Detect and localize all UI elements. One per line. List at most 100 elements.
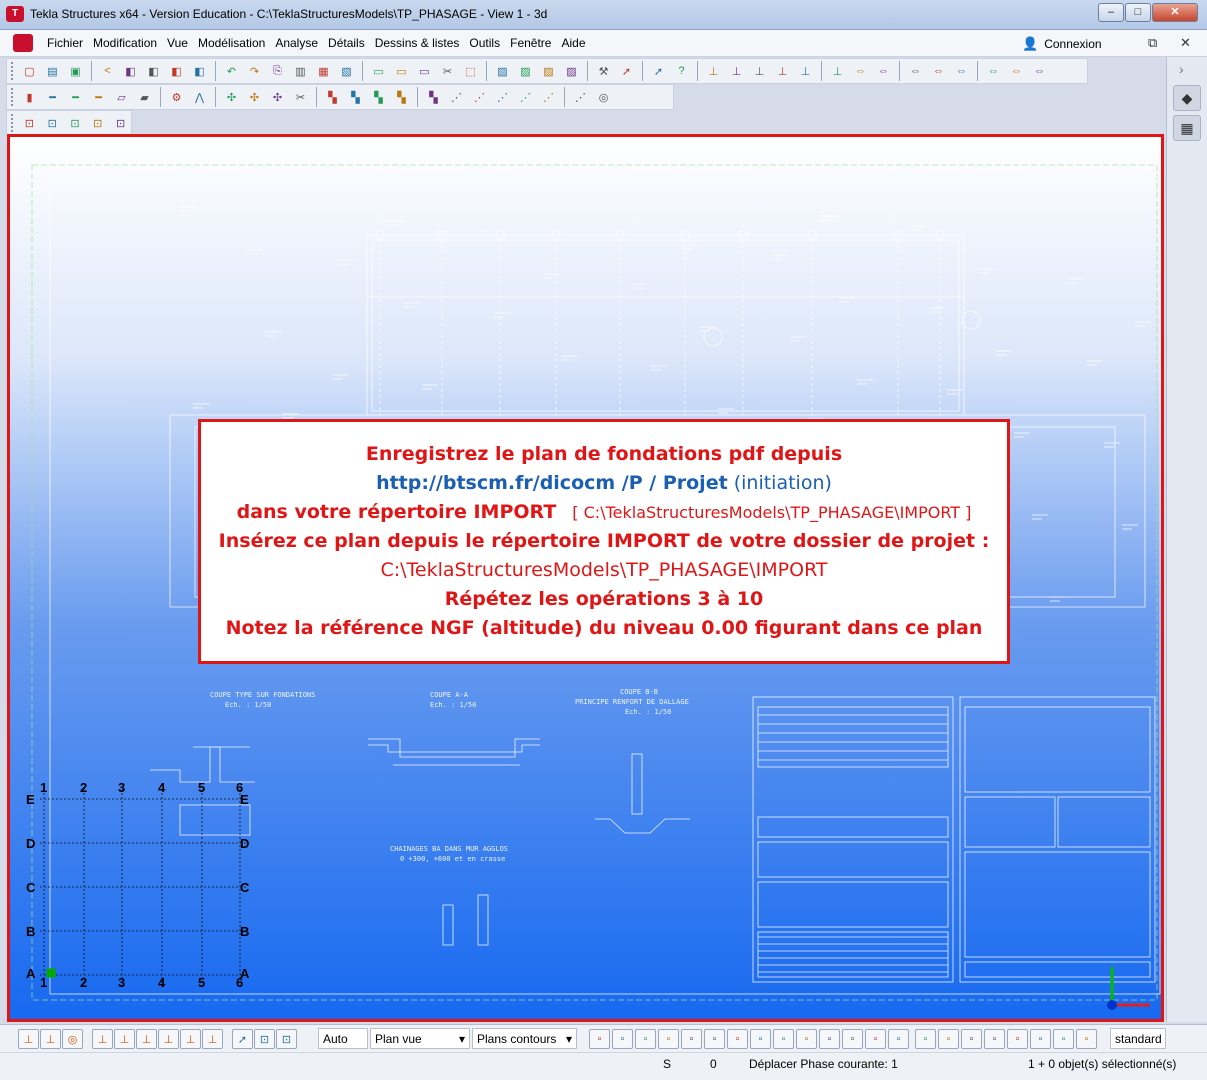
menu-modification[interactable]: Modification [88, 36, 162, 50]
share-icon[interactable]: < [97, 61, 118, 82]
panel-icon[interactable]: ▰ [134, 87, 155, 108]
drawing-icon[interactable]: ▨ [538, 61, 559, 82]
weld-icon[interactable]: ⋀ [189, 87, 210, 108]
menu-outils[interactable]: Outils [464, 36, 505, 50]
snap-switch-icon[interactable]: ▫ [727, 1029, 748, 1049]
plan-vue-select[interactable]: Plan vue ▾ [370, 1028, 470, 1049]
toolbar-grip[interactable] [11, 114, 15, 132]
msg-link[interactable]: http://btscm.fr/dicocm /P / Projet [376, 472, 728, 494]
component-icon[interactable]: ✣ [221, 87, 242, 108]
connexion-button[interactable]: 👤 Connexion [1022, 36, 1102, 52]
arrow-icon[interactable]: ➚ [616, 61, 637, 82]
measure-icon[interactable]: ⇔ [1006, 61, 1027, 82]
chevron-right-icon[interactable]: › [1179, 61, 1184, 77]
snap-switch-icon[interactable]: ▫ [681, 1029, 702, 1049]
view-icon[interactable]: ⊡ [87, 113, 108, 134]
menu-analyse[interactable]: Analyse [270, 36, 323, 50]
snap-switch-icon[interactable]: ▫ [612, 1029, 633, 1049]
snap-switch-icon[interactable]: ▫ [658, 1029, 679, 1049]
cube-icon[interactable]: ◧ [166, 61, 187, 82]
view-icon[interactable]: ⊡ [42, 113, 63, 134]
point-icon[interactable]: ⋰ [446, 87, 467, 108]
standard-select[interactable]: standard [1110, 1028, 1166, 1049]
snap-switch-icon[interactable]: ▫ [888, 1029, 909, 1049]
snap-icon[interactable]: ⊥ [795, 61, 816, 82]
beam-icon[interactable]: ━ [65, 87, 86, 108]
fitting-icon[interactable]: ▚ [423, 87, 444, 108]
fitting-icon[interactable]: ▚ [391, 87, 412, 108]
component-icon[interactable]: ✣ [267, 87, 288, 108]
column-icon[interactable]: ▮ [19, 87, 40, 108]
menu-details[interactable]: Détails [323, 36, 370, 50]
view-icon[interactable]: ⊡ [254, 1029, 275, 1049]
snap-icon[interactable]: ⊥ [136, 1029, 157, 1049]
beam-icon[interactable]: ━ [88, 87, 109, 108]
snap-switch-icon[interactable]: ▫ [635, 1029, 656, 1049]
snap-switch-icon[interactable]: ▫ [984, 1029, 1005, 1049]
measure-icon[interactable]: ⇔ [1029, 61, 1050, 82]
help-icon[interactable]: ? [671, 61, 692, 82]
snap-icon[interactable]: ⊥ [772, 61, 793, 82]
circle-icon[interactable]: ◎ [62, 1029, 83, 1049]
open-icon[interactable]: ▤ [42, 61, 63, 82]
snap-icon[interactable]: ⊥ [202, 1029, 223, 1049]
3d-viewport[interactable]: COUPE TYPE SUR FONDATIONS Ech. : 1/50 CO… [10, 137, 1161, 1019]
toolbar-grip[interactable] [11, 88, 15, 106]
menu-fenetre[interactable]: Fenêtre [505, 36, 556, 50]
snap-switch-icon[interactable]: ▫ [819, 1029, 840, 1049]
point-icon[interactable]: ⋰ [538, 87, 559, 108]
redo-icon[interactable]: ↷ [244, 61, 265, 82]
snap-switch-icon[interactable]: ▫ [704, 1029, 725, 1049]
snap-icon[interactable]: ⊥ [726, 61, 747, 82]
maximize-button[interactable]: □ [1125, 3, 1151, 22]
paste-icon[interactable]: ▥ [290, 61, 311, 82]
menu-dessins-listes[interactable]: Dessins & listes [370, 36, 465, 50]
cut-icon[interactable]: ✂ [437, 61, 458, 82]
applications-icon[interactable]: ▦ [1173, 115, 1201, 141]
auto-select[interactable]: Auto [318, 1028, 368, 1049]
snap-icon[interactable]: ⊥ [114, 1029, 135, 1049]
arrow-icon[interactable]: ➚ [648, 61, 669, 82]
snap-icon[interactable]: ⊥ [749, 61, 770, 82]
snap-switch-icon[interactable]: ▫ [1076, 1029, 1097, 1049]
menu-modelisation[interactable]: Modélisation [193, 36, 270, 50]
snap-switch-icon[interactable]: ▫ [773, 1029, 794, 1049]
snap-icon[interactable]: ⊥ [158, 1029, 179, 1049]
snap-icon[interactable]: ⊥ [18, 1029, 39, 1049]
drawing-icon[interactable]: ▨ [561, 61, 582, 82]
view-icon[interactable]: ⊡ [65, 113, 86, 134]
template-icon[interactable]: ▧ [336, 61, 357, 82]
copy-icon[interactable]: ⎘ [267, 61, 288, 82]
menu-fichier[interactable]: Fichier [42, 36, 88, 50]
measure-icon[interactable]: ⇔ [983, 61, 1004, 82]
view-icon[interactable]: ⊡ [276, 1029, 297, 1049]
snap-icon[interactable]: ⊥ [827, 61, 848, 82]
snap-icon[interactable]: ⊥ [703, 61, 724, 82]
measure-icon[interactable]: ⇔ [905, 61, 926, 82]
point-icon[interactable]: ⋰ [570, 87, 591, 108]
snap-switch-icon[interactable]: ▫ [915, 1029, 936, 1049]
toolbar-grip[interactable] [11, 62, 15, 80]
save-icon[interactable]: ▣ [65, 61, 86, 82]
snap-switch-icon[interactable]: ▫ [750, 1029, 771, 1049]
fitting-icon[interactable]: ▚ [322, 87, 343, 108]
drawing-icon[interactable]: ▨ [515, 61, 536, 82]
cube-icon[interactable]: ◧ [143, 61, 164, 82]
menu-aide[interactable]: Aide [556, 36, 590, 50]
undo-icon[interactable]: ↶ [221, 61, 242, 82]
cube-icon[interactable]: ◧ [189, 61, 210, 82]
snap-icon[interactable]: ⊥ [40, 1029, 61, 1049]
snap-switch-icon[interactable]: ▫ [1030, 1029, 1051, 1049]
snap-switch-icon[interactable]: ▫ [961, 1029, 982, 1049]
measure-icon[interactable]: ⇔ [951, 61, 972, 82]
component-icon[interactable]: ✣ [244, 87, 265, 108]
snap-switch-icon[interactable]: ▫ [1007, 1029, 1028, 1049]
plans-contours-select[interactable]: Plans contours ▾ [472, 1028, 577, 1049]
arrow-icon[interactable]: ➚ [232, 1029, 253, 1049]
bolt-icon[interactable]: ⚙ [166, 87, 187, 108]
snap-switch-icon[interactable]: ▫ [938, 1029, 959, 1049]
measure-icon[interactable]: ⇔ [928, 61, 949, 82]
point-icon[interactable]: ⋰ [515, 87, 536, 108]
view-icon[interactable]: ⊡ [19, 113, 40, 134]
menu-vue[interactable]: Vue [162, 36, 193, 50]
